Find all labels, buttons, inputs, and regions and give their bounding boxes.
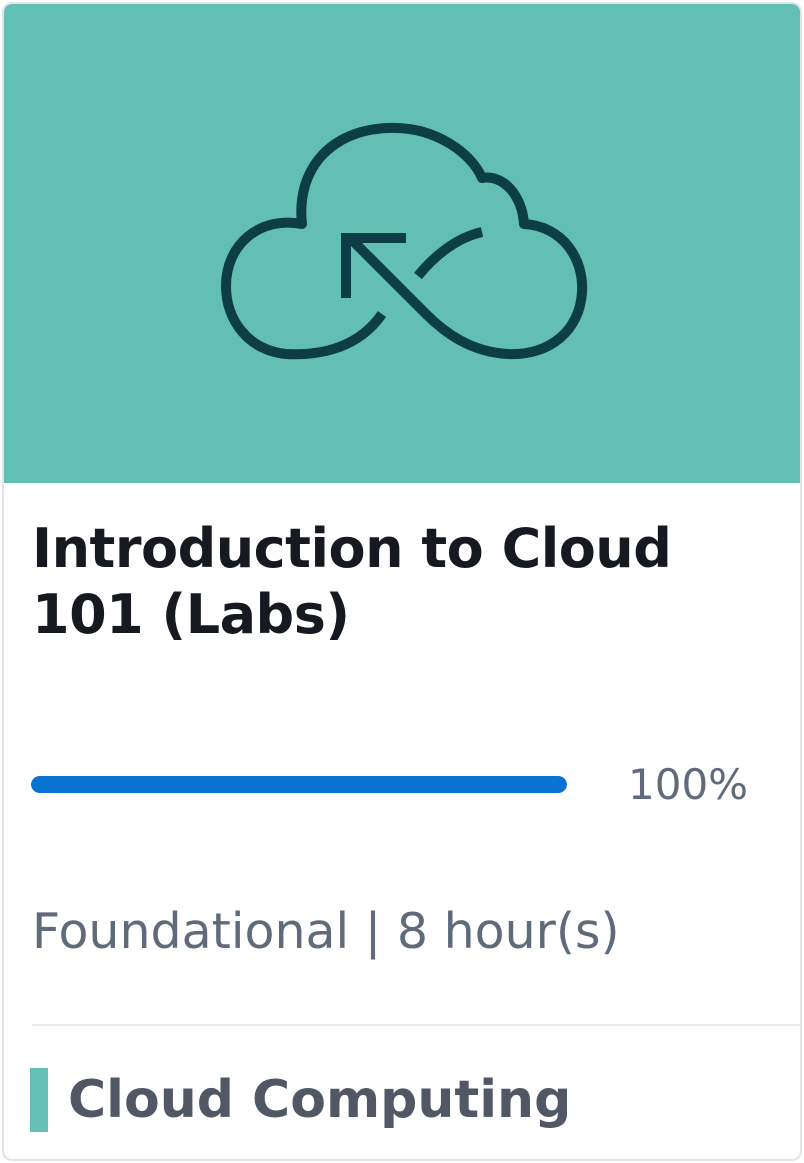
course-card[interactable]: Introduction to Cloud 101 (Labs) 100% Fo… — [2, 2, 802, 1161]
course-meta: Foundational | 8 hour(s) — [32, 902, 620, 962]
course-duration: 8 hour(s) — [396, 903, 620, 960]
course-category: Cloud Computing — [68, 1070, 572, 1130]
course-level: Foundational — [32, 903, 350, 960]
divider — [32, 1024, 800, 1026]
cloud-sync-icon — [221, 122, 588, 360]
course-image — [4, 4, 800, 483]
meta-separator: | — [364, 903, 382, 960]
progress-bar — [31, 776, 567, 793]
category-accent-bar — [30, 1068, 48, 1132]
course-title[interactable]: Introduction to Cloud 101 (Labs) — [32, 516, 792, 648]
progress-bar-fill — [31, 776, 567, 793]
progress-percent: 100% — [628, 760, 749, 809]
